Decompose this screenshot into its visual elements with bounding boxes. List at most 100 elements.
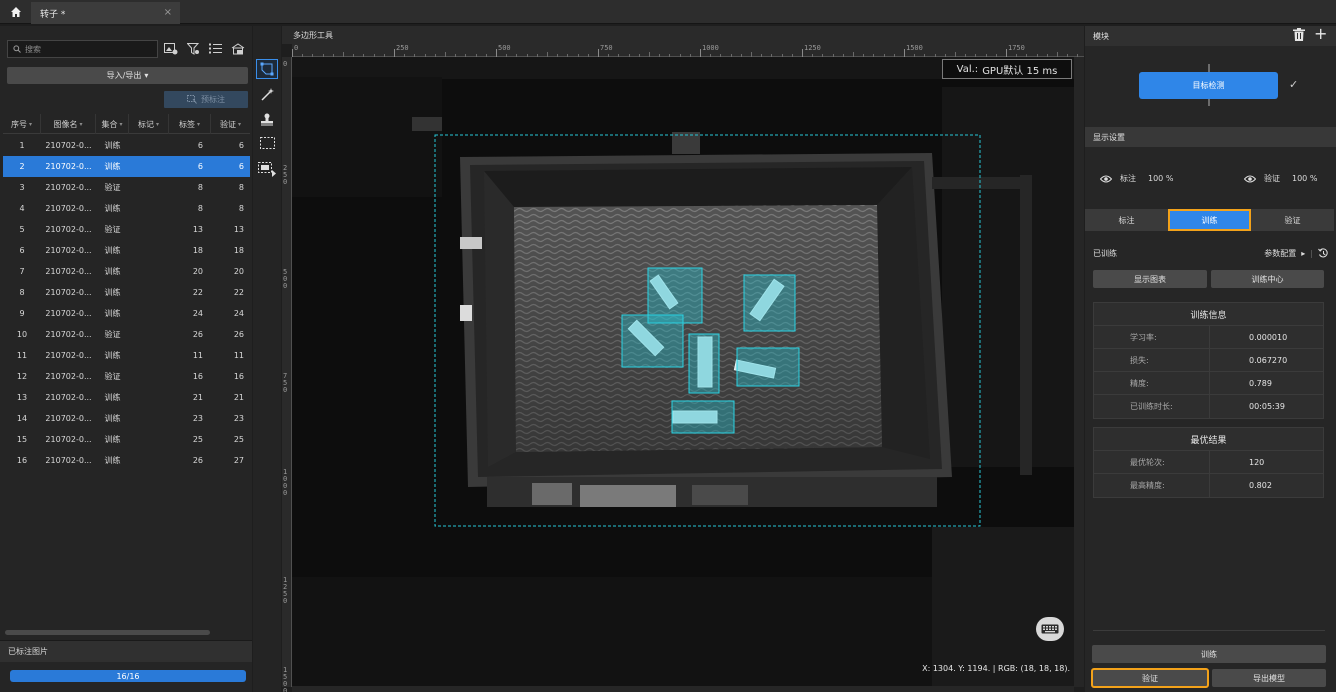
info-key: 精度: xyxy=(1094,372,1210,394)
eye-label-validation: 验证 xyxy=(1264,174,1280,183)
row-set: 训练 xyxy=(104,456,121,465)
train-button[interactable]: 训练 xyxy=(1092,645,1326,663)
table-row[interactable]: 13 210702-0... 训练 21 21 xyxy=(3,387,250,408)
row-set: 训练 xyxy=(104,267,121,276)
ruler-tick-label: 250 xyxy=(396,44,409,52)
row-index: 1 xyxy=(19,141,25,150)
magic-wand-icon[interactable] xyxy=(256,85,278,105)
filter-icon[interactable] xyxy=(185,40,202,57)
ruler-left: 0 250 500 750 1000 1250 1500 xyxy=(282,57,292,692)
eye-icon[interactable] xyxy=(1100,175,1112,183)
training-center-button[interactable]: 训练中心 xyxy=(1211,270,1324,288)
ruler-tick-label: 1500 xyxy=(906,44,923,52)
export-model-button[interactable]: 导出模型 xyxy=(1212,669,1326,687)
table-row[interactable]: 6 210702-0... 训练 18 18 xyxy=(3,240,250,261)
val-value: GPU默认 15 ms xyxy=(982,65,1058,77)
row-validate-count: 24 xyxy=(233,309,244,318)
history-icon[interactable] xyxy=(1318,247,1329,259)
divider xyxy=(1093,630,1325,631)
row-validate-count: 21 xyxy=(233,393,244,402)
val-label: Val.: xyxy=(956,63,979,75)
close-icon[interactable]: × xyxy=(164,7,172,18)
table-row[interactable]: 4 210702-0... 训练 8 8 xyxy=(3,198,250,219)
annotation-opacity[interactable]: 100 % xyxy=(1148,174,1173,183)
info-value: 0.789 xyxy=(1249,378,1272,388)
row-label-count: 21 xyxy=(192,393,203,402)
import-folder-icon[interactable] xyxy=(229,40,246,57)
table-row[interactable]: 3 210702-0... 验证 8 8 xyxy=(3,177,250,198)
tab-annotate[interactable]: 标注 xyxy=(1085,209,1168,231)
canvas-horizontal-scrollbar[interactable] xyxy=(292,686,1074,692)
tab-project[interactable]: 转子 * × xyxy=(31,2,180,24)
list-view-icon[interactable] xyxy=(207,40,224,57)
row-image-name: 210702-0... xyxy=(45,141,92,150)
table-row[interactable]: 9 210702-0... 训练 24 24 xyxy=(3,303,250,324)
ruler-top: 0 250 500 750 1000 1250 1500 1750 xyxy=(292,44,1084,57)
search-icon xyxy=(13,45,21,53)
ruler-tick-label: 250 xyxy=(283,164,288,186)
param-config-link[interactable]: 参数配置 ▸ | xyxy=(1264,247,1329,259)
import-export-label: 导入/导出 xyxy=(106,71,142,80)
tab-train[interactable]: 训练 xyxy=(1168,209,1251,231)
column-header[interactable]: 集合 ▾ xyxy=(96,114,129,134)
label-visibility[interactable]: 标注 100 % xyxy=(1100,173,1173,184)
row-index: 2 xyxy=(19,162,25,171)
cursor-coordinate-readout: X: 1304. Y: 1194. | RGB: (18, 18, 18). xyxy=(922,664,1070,673)
table-row[interactable]: 14 210702-0... 训练 23 23 xyxy=(3,408,250,429)
table-row[interactable]: 11 210702-0... 训练 11 11 xyxy=(3,345,250,366)
polygon-tool-icon[interactable] xyxy=(256,59,278,79)
keyboard-icon[interactable] xyxy=(1036,617,1064,641)
info-key: 学习率: xyxy=(1094,326,1210,348)
column-header[interactable]: 序号 ▾ xyxy=(3,114,41,134)
table-row[interactable]: 2 210702-0... 训练 6 6 xyxy=(3,156,250,177)
ruler-tick-label: 500 xyxy=(498,44,511,52)
row-label-count: 18 xyxy=(192,246,203,255)
row-index: 15 xyxy=(16,435,28,444)
prelabel-button[interactable]: 预标注 xyxy=(164,91,248,108)
row-image-name: 210702-0... xyxy=(45,435,92,444)
table-row[interactable]: 10 210702-0... 验证 26 26 xyxy=(3,324,250,345)
table-row[interactable]: 16 210702-0... 训练 26 27 xyxy=(3,450,250,471)
annotation-canvas[interactable] xyxy=(292,57,1074,687)
row-validate-count: 13 xyxy=(233,225,244,234)
stamp-tool-icon[interactable] xyxy=(256,109,278,129)
column-header[interactable]: 标签 ▾ xyxy=(169,114,211,134)
caret-right-icon: ▸ xyxy=(1301,248,1306,258)
import-export-button[interactable]: 导入/导出 ▾ xyxy=(7,67,248,84)
validate-button[interactable]: 验证 xyxy=(1091,668,1209,688)
column-header[interactable]: 标记 ▾ xyxy=(129,114,169,134)
row-set: 训练 xyxy=(104,351,121,360)
trash-icon[interactable] xyxy=(1293,28,1307,42)
rect-select-icon[interactable] xyxy=(256,133,278,153)
column-header[interactable]: 图像名 ▾ xyxy=(41,114,96,134)
table-row[interactable]: 7 210702-0... 训练 20 20 xyxy=(3,261,250,282)
tab-validate[interactable]: 验证 xyxy=(1251,209,1334,231)
chevron-down-icon: ▾ xyxy=(144,71,149,80)
search-input[interactable]: 搜索 xyxy=(7,40,158,58)
home-icon[interactable] xyxy=(6,4,26,20)
add-module-icon[interactable]: + xyxy=(1314,26,1327,42)
table-row[interactable]: 8 210702-0... 训练 22 22 xyxy=(3,282,250,303)
row-label-count: 13 xyxy=(192,225,203,234)
row-image-name: 210702-0... xyxy=(45,330,92,339)
column-header[interactable]: 验证 ▾ xyxy=(211,114,250,134)
image-filter-icon[interactable] xyxy=(162,40,179,57)
row-validate-count: 26 xyxy=(233,330,244,339)
table-row[interactable]: 12 210702-0... 验证 16 16 xyxy=(3,366,250,387)
eye-icon[interactable] xyxy=(1244,175,1256,183)
row-validate-count: 8 xyxy=(238,183,244,192)
row-image-name: 210702-0... xyxy=(45,372,92,381)
validation-visibility[interactable]: 验证 100 % xyxy=(1244,173,1317,184)
horizontal-scrollbar[interactable] xyxy=(5,630,210,635)
validation-opacity[interactable]: 100 % xyxy=(1292,174,1317,183)
show-chart-button[interactable]: 显示图表 xyxy=(1093,270,1207,288)
row-image-name: 210702-0... xyxy=(45,162,92,171)
table-row[interactable]: 1 210702-0... 训练 6 6 xyxy=(3,135,250,156)
object-detection-node[interactable]: 目标检测 xyxy=(1139,72,1278,99)
table-row[interactable]: 15 210702-0... 训练 25 25 xyxy=(3,429,250,450)
rect-tool-icon[interactable] xyxy=(256,159,278,179)
vertical-scrollbar[interactable] xyxy=(1074,57,1084,687)
table-row[interactable]: 5 210702-0... 验证 13 13 xyxy=(3,219,250,240)
row-index: 7 xyxy=(19,267,25,276)
row-label-count: 24 xyxy=(192,309,203,318)
